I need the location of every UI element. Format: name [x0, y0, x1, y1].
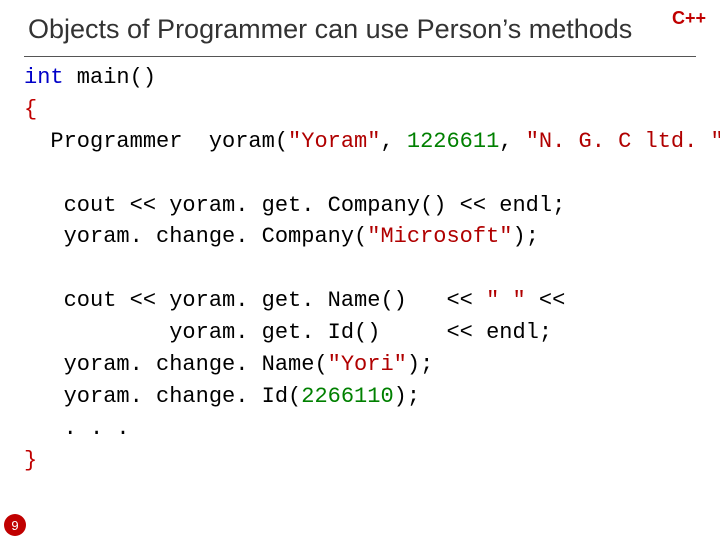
code-text: yoram. change. Id( — [24, 384, 301, 409]
code-blank — [24, 256, 37, 281]
code-text: , — [380, 129, 406, 154]
code-number: 2266110 — [301, 384, 393, 409]
title-divider — [24, 56, 696, 57]
code-text: main() — [64, 65, 156, 90]
code-string: "Yoram" — [288, 129, 380, 154]
code-text: << — [526, 288, 566, 313]
code-text: Programmer yoram( — [24, 129, 288, 154]
slide: C++ Objects of Programmer can use Person… — [0, 0, 720, 540]
slide-title: Objects of Programmer can use Person’s m… — [28, 14, 632, 45]
code-blank — [24, 161, 37, 186]
code-brace: { — [24, 97, 37, 122]
code-brace: } — [24, 448, 37, 473]
code-string: "N. G. C ltd. " — [526, 129, 720, 154]
code-keyword: int — [24, 65, 64, 90]
code-text: cout << yoram. get. Name() << — [24, 288, 486, 313]
code-text: yoram. change. Name( — [24, 352, 328, 377]
page-number: 9 — [11, 518, 18, 533]
code-text: ); — [407, 352, 433, 377]
code-string: " " — [486, 288, 526, 313]
code-block: int main() { Programmer yoram("Yoram", 1… — [24, 62, 696, 477]
code-text: yoram. change. Company( — [24, 224, 367, 249]
code-number: 1226611 — [407, 129, 499, 154]
code-string: "Microsoft" — [367, 224, 512, 249]
cpp-badge: C++ — [672, 8, 706, 29]
code-text: cout << yoram. get. Company() << endl; — [24, 193, 565, 218]
code-text: , — [499, 129, 525, 154]
code-text: ); — [513, 224, 539, 249]
code-text: ); — [394, 384, 420, 409]
code-text: yoram. get. Id() << endl; — [24, 320, 552, 345]
code-string: "Yori" — [328, 352, 407, 377]
page-number-badge: 9 — [4, 514, 26, 536]
code-text: . . . — [24, 416, 130, 441]
